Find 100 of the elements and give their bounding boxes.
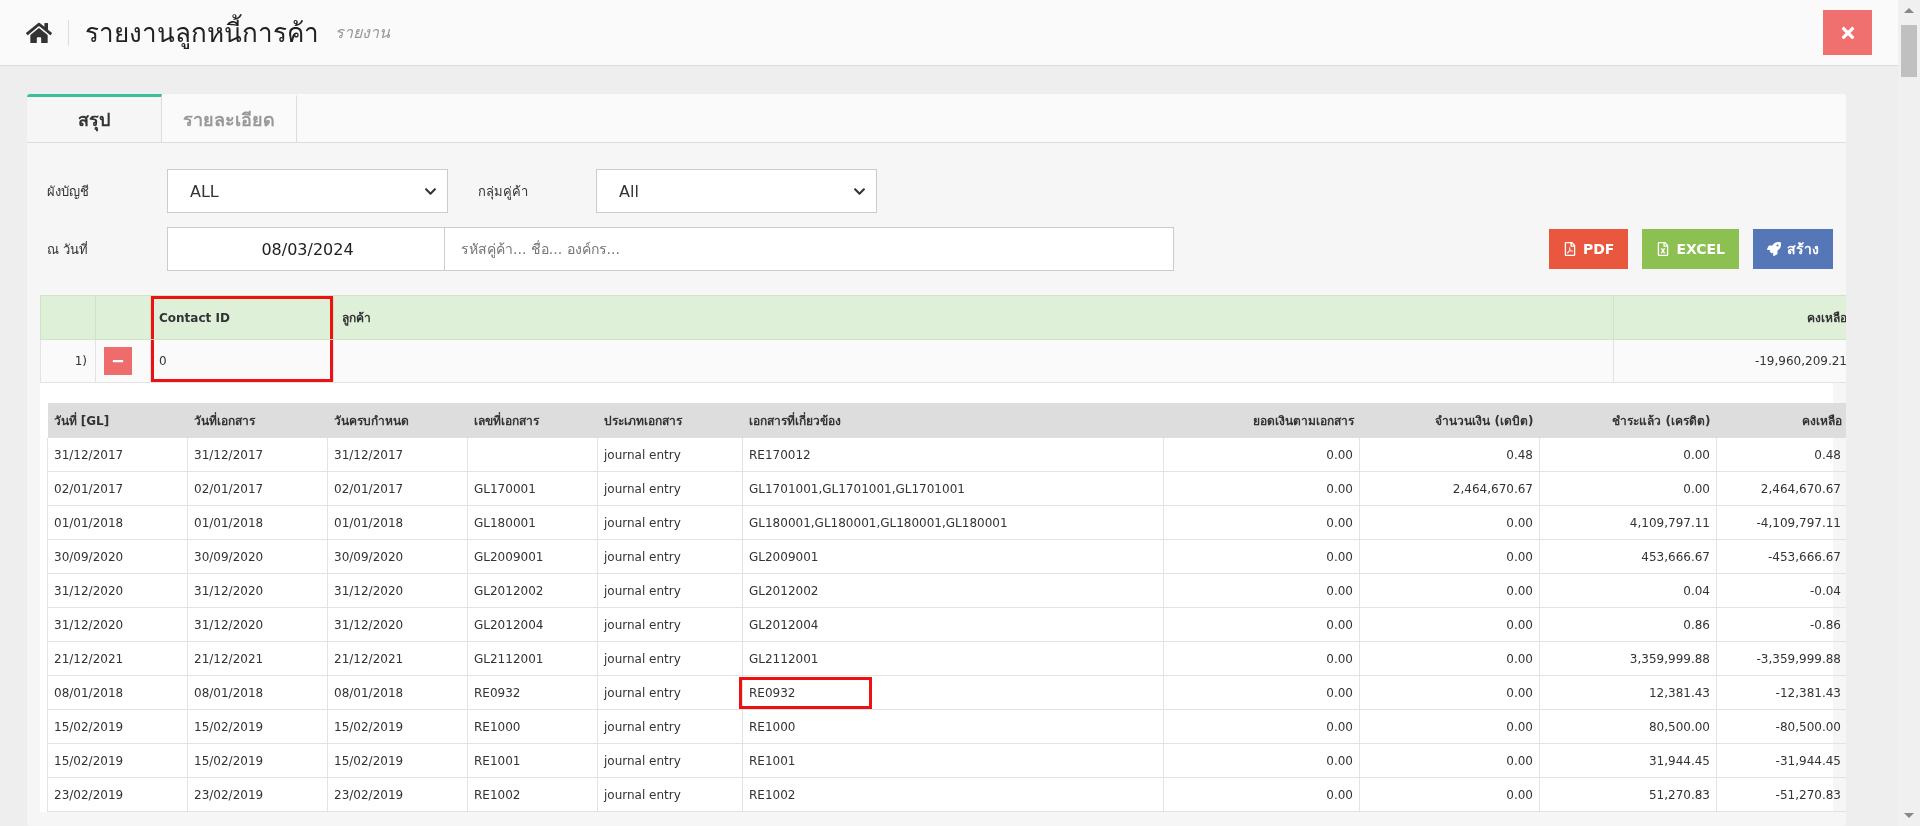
table-cell: 0.00 [1163, 641, 1360, 676]
table-cell: 30/09/2020 [327, 539, 468, 574]
table-cell: 0.00 [1359, 505, 1540, 540]
table-cell: RE1000 [467, 709, 598, 744]
table-cell: 0 [150, 339, 334, 383]
column-header: คงเหลือ [1613, 295, 1846, 340]
table-cell: 02/01/2017 [187, 471, 328, 506]
close-button[interactable] [1823, 10, 1872, 55]
table-cell: 0.00 [1163, 505, 1360, 540]
field-label: ผังบัญชี [47, 183, 90, 201]
table-cell-text: GL2112001 [748, 650, 820, 668]
table-cell: 15/02/2019 [47, 743, 188, 778]
table-cell: 21/12/2021 [327, 641, 468, 676]
spreadsheet-file-icon [1656, 242, 1671, 256]
table-cell: 01/01/2018 [187, 505, 328, 540]
column-header: ชำระแล้ว (เครดิต) [1539, 403, 1717, 438]
pdf-file-icon [1562, 242, 1577, 256]
row-number: 1) [40, 339, 96, 383]
table-cell-text: RE170012 [748, 446, 812, 464]
table-cell-text: GL2009001 [748, 548, 820, 566]
table-cell: 0.00 [1359, 709, 1540, 744]
table-cell: 15/02/2019 [47, 709, 188, 744]
table-cell: 31/12/2020 [327, 607, 468, 642]
table-cell: 15/02/2019 [327, 709, 468, 744]
column-header: ยอดเงินตามเอกสาร [1163, 403, 1360, 438]
table-cell: journal entry [597, 641, 743, 676]
table-cell: 30/09/2020 [187, 539, 328, 574]
table-cell: 08/01/2018 [47, 675, 188, 710]
table-cell: 453,666.67 [1539, 539, 1717, 574]
table-cell: journal entry [597, 573, 743, 608]
table-cell: 0.00 [1359, 607, 1540, 642]
table-cell: journal entry [597, 471, 743, 506]
column-header: เอกสารที่เกี่ยวข้อง [742, 403, 1164, 438]
table-cell: 2,464,670.67 [1359, 471, 1540, 506]
table-cell: journal entry [597, 505, 743, 540]
table-cell: 0.00 [1163, 607, 1360, 642]
tab[interactable]: สรุป [27, 94, 162, 142]
table-cell: 0.00 [1163, 438, 1360, 472]
table-cell: -19,960,209.21 [1613, 339, 1846, 383]
table-cell: 0.48 [1359, 438, 1540, 472]
table-cell: journal entry [597, 607, 743, 642]
account-chart-select[interactable]: ALL [167, 169, 448, 213]
rocket-icon [1767, 242, 1781, 256]
table-cell: 31/12/2020 [327, 573, 468, 608]
table-cell: 01/01/2018 [327, 505, 468, 540]
table-cell: journal entry [597, 777, 743, 812]
column-header: เลขที่เอกสาร [467, 403, 598, 438]
table-cell: 23/02/2019 [47, 777, 188, 812]
table-cell: 0.00 [1359, 573, 1540, 608]
table-cell: journal entry [597, 743, 743, 778]
table-cell: 31/12/2017 [47, 438, 188, 472]
column-header: ประเภทเอกสาร [597, 403, 743, 438]
table-cell: journal entry [597, 675, 743, 710]
table-cell: journal entry [597, 438, 743, 472]
column-header: ลูกค้า [333, 295, 1614, 340]
table-cell: 0.00 [1539, 438, 1717, 472]
table-cell: 15/02/2019 [187, 709, 328, 744]
table-cell: 0.04 [1539, 573, 1717, 608]
search-field[interactable]: รหัสคู่ค้า... ชื่อ... องค์กร... [444, 227, 1174, 271]
page-title: รายงานลูกหนี้การค้า [85, 12, 319, 53]
table-cell: 31/12/2017 [187, 438, 328, 472]
table-cell: 01/01/2018 [47, 505, 188, 540]
column-header: จำนวนเงิน (เดบิต) [1359, 403, 1540, 438]
table-cell-text: GL2012002 [748, 582, 820, 600]
table-cell: 21/12/2021 [187, 641, 328, 676]
pdf-button[interactable]: PDF [1548, 229, 1629, 269]
table-cell: GL180001 [467, 505, 598, 540]
customer-group-select[interactable]: All [596, 169, 877, 213]
table-cell: 31/12/2020 [187, 607, 328, 642]
table-cell: GL170001 [467, 471, 598, 506]
page-subtitle: รายงาน [335, 22, 390, 44]
table-cell: RE0932 [739, 676, 873, 709]
table-cell: 08/01/2018 [187, 675, 328, 710]
table-cell: 0.00 [1163, 471, 1360, 506]
field-label: กลุ่มคู่ค้า [478, 183, 529, 202]
table-cell-text: GL180001,GL180001,GL180001,GL180001 [748, 514, 1009, 532]
column-header: Contact ID [150, 295, 334, 340]
table-cell: 80,500.00 [1539, 709, 1717, 744]
table-cell: 31/12/2020 [47, 573, 188, 608]
table-cell: 15/02/2019 [187, 743, 328, 778]
table-cell: 51,270.83 [1539, 777, 1717, 812]
table-cell: 0.00 [1359, 777, 1540, 812]
column-header: วันที่ [GL] [47, 403, 188, 438]
table-cell: GL2112001 [467, 641, 598, 676]
table-cell: 0.00 [1163, 709, 1360, 744]
field-label: ณ วันที่ [47, 240, 90, 259]
collapse-button[interactable] [104, 347, 132, 375]
table-cell: 0.00 [1163, 675, 1360, 710]
table-cell: 08/01/2018 [327, 675, 468, 710]
column-header: วันที่เอกสาร [187, 403, 328, 438]
table-cell: 0.00 [1163, 539, 1360, 574]
table-cell-text: GL1701001,GL1701001,GL1701001 [748, 480, 966, 498]
table-cell: 0.00 [1359, 641, 1540, 676]
table-cell: 02/01/2017 [47, 471, 188, 506]
column-header: คงเหลือ [1716, 403, 1846, 438]
table-cell: 21/12/2021 [47, 641, 188, 676]
create-button[interactable]: สร้าง [1753, 229, 1833, 269]
table-cell: RE1001 [467, 743, 598, 778]
home-icon[interactable] [26, 19, 69, 46]
table-cell: 15/02/2019 [327, 743, 468, 778]
